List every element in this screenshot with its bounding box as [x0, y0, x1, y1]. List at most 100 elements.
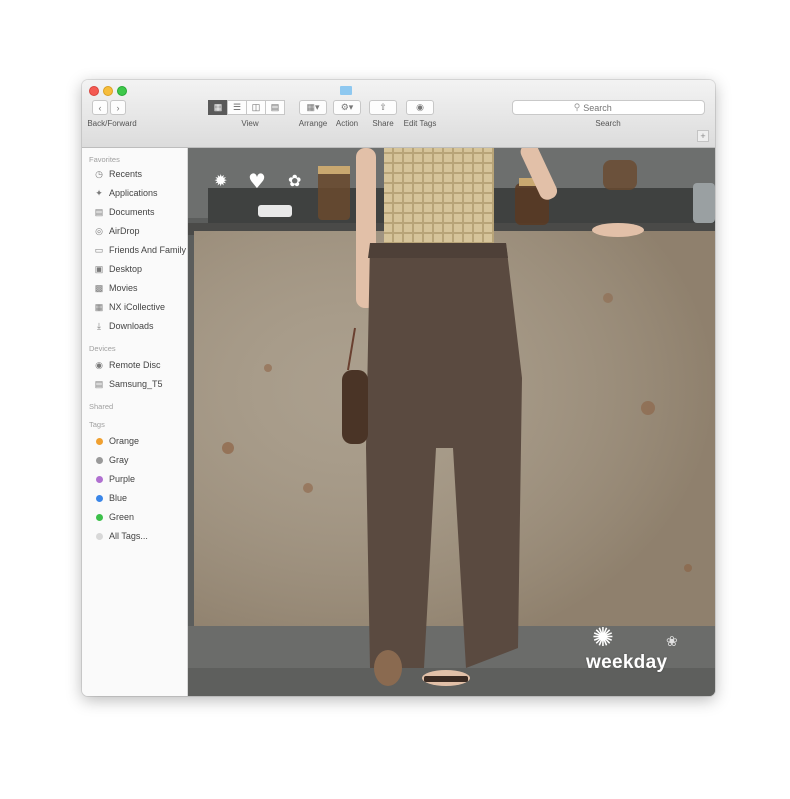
- tag-dot-icon: [95, 532, 103, 540]
- airdrop-icon: ◎: [95, 225, 103, 236]
- sidebar-tag-green[interactable]: Green: [93, 510, 187, 524]
- tag-dot-icon: [95, 437, 103, 445]
- sidebar-item-label: Applications: [109, 188, 158, 198]
- movies-icon: ▩: [94, 282, 104, 293]
- product-photo: ✹ ♥ ✿ ✺ ❀: [188, 148, 715, 696]
- search-input[interactable]: [583, 102, 644, 113]
- column-view-button[interactable]: ◫: [246, 100, 266, 115]
- sidebar-item-samsung-t5[interactable]: ▤ Samsung_T5: [93, 377, 187, 391]
- content-area: ✹ ♥ ✿ ✺ ❀ weekday: [188, 148, 715, 696]
- sidebar-item-label: Orange: [109, 436, 140, 446]
- sidebar-item-label: Downloads: [109, 321, 154, 331]
- add-button[interactable]: +: [697, 130, 709, 142]
- sidebar-tag-purple[interactable]: Purple: [93, 472, 187, 486]
- share-icon: ⇧: [379, 102, 387, 112]
- sidebar-tag-all-tags[interactable]: All Tags...: [93, 529, 187, 543]
- sidebar: Favorites ◷ Recents ✦ Applications ▤ Doc…: [82, 148, 188, 696]
- sidebar-item-label: Gray: [109, 455, 129, 465]
- svg-text:✺: ✺: [592, 623, 614, 653]
- sidebar-item-documents[interactable]: ▤ Documents: [93, 205, 187, 219]
- list-view-button[interactable]: ☰: [227, 100, 247, 115]
- sidebar-item-label: All Tags...: [109, 531, 148, 541]
- sidebar-item-label: Friends And Family: [109, 245, 187, 255]
- action-button[interactable]: ⚙▾: [333, 100, 361, 115]
- tag-dot-icon: [95, 494, 103, 502]
- share-label: Share: [372, 119, 394, 128]
- sidebar-item-nx-icollective[interactable]: ▦ NX iCollective: [93, 300, 187, 314]
- sidebar-item-label: Desktop: [109, 264, 143, 274]
- zoom-window-button[interactable]: [117, 86, 127, 96]
- document-icon: ▦: [94, 301, 104, 312]
- desktop-icon: ▣: [94, 263, 104, 274]
- sidebar-tag-orange[interactable]: Orange: [93, 434, 187, 448]
- edit-tags-button[interactable]: ◉: [406, 100, 434, 115]
- icon-view-button[interactable]: ▦: [208, 100, 228, 115]
- svg-text:♥: ♥: [248, 169, 266, 193]
- search-field[interactable]: ⚲: [512, 100, 705, 115]
- arrange-icon: ▦▾: [306, 102, 320, 112]
- columns-icon: ◫: [251, 102, 261, 112]
- view-label: View: [241, 119, 259, 128]
- sidebar-item-label: AirDrop: [109, 226, 140, 236]
- edit-tags-label: Edit Tags: [403, 119, 437, 128]
- gallery-view-button[interactable]: ▤: [265, 100, 285, 115]
- brand-watermark: weekday: [586, 652, 668, 673]
- share-button[interactable]: ⇧: [369, 100, 397, 115]
- finder-window: ‹ › Back/Forward ▦ ☰ ◫ ▤ View ▦▾ Arrange: [82, 80, 715, 696]
- folder-icon: [340, 86, 352, 95]
- back-forward-label: Back/Forward: [87, 119, 137, 128]
- sidebar-item-label: Green: [109, 512, 135, 522]
- toolbar: ‹ › Back/Forward ▦ ☰ ◫ ▤ View ▦▾ Arrange: [82, 80, 715, 148]
- sidebar-item-desktop[interactable]: ▣ Desktop: [93, 262, 187, 276]
- chevron-left-icon: ‹: [98, 102, 102, 113]
- svg-text:✿: ✿: [288, 171, 301, 190]
- minimize-window-button[interactable]: [103, 86, 113, 96]
- sidebar-tag-blue[interactable]: Blue: [93, 491, 187, 505]
- sidebar-item-friends-and-family[interactable]: ▭ Friends And Family: [93, 243, 187, 257]
- favorites-header: Favorites: [89, 155, 120, 164]
- disc-icon: ◉: [95, 359, 103, 370]
- drive-icon: ▤: [94, 378, 104, 389]
- svg-text:✹: ✹: [214, 171, 227, 190]
- sidebar-item-recents[interactable]: ◷ Recents: [93, 167, 187, 181]
- sidebar-item-downloads[interactable]: ⤓ Downloads: [93, 319, 187, 333]
- chevron-right-icon: ›: [116, 102, 120, 113]
- folder-icon: ▭: [94, 244, 104, 255]
- view-mode-control: ▦ ☰ ◫ ▤: [208, 100, 285, 115]
- devices-header: Devices: [89, 344, 116, 353]
- svg-text:❀: ❀: [666, 634, 678, 650]
- grid-icon: ▦: [213, 102, 223, 112]
- back-button[interactable]: ‹: [92, 100, 108, 115]
- sidebar-tag-gray[interactable]: Gray: [93, 453, 187, 467]
- list-icon: ☰: [232, 102, 242, 112]
- sidebar-item-label: Recents: [109, 169, 143, 179]
- sidebar-item-label: Remote Disc: [109, 360, 161, 370]
- forward-button[interactable]: ›: [110, 100, 126, 115]
- sidebar-item-label: Samsung_T5: [109, 379, 163, 389]
- sidebar-item-remote-disc[interactable]: ◉ Remote Disc: [93, 358, 187, 372]
- tag-dot-icon: [95, 513, 103, 521]
- sidebar-item-movies[interactable]: ▩ Movies: [93, 281, 187, 295]
- documents-icon: ▤: [94, 206, 104, 217]
- search-label: Search: [595, 119, 621, 128]
- applications-icon: ✦: [95, 187, 103, 198]
- sidebar-item-label: Blue: [109, 493, 128, 503]
- tag-dot-icon: [95, 475, 103, 483]
- sidebar-item-applications[interactable]: ✦ Applications: [93, 186, 187, 200]
- plus-icon: +: [700, 131, 706, 141]
- downloads-icon: ⤓: [97, 320, 101, 331]
- sidebar-item-label: Purple: [109, 474, 136, 484]
- sidebar-item-label: NX iCollective: [109, 302, 166, 312]
- action-label: Action: [335, 119, 359, 128]
- arrange-label: Arrange: [298, 119, 328, 128]
- tags-header: Tags: [89, 420, 105, 429]
- sidebar-item-airdrop[interactable]: ◎ AirDrop: [93, 224, 187, 238]
- arrange-button[interactable]: ▦▾: [299, 100, 327, 115]
- close-window-button[interactable]: [89, 86, 99, 96]
- tag-icon: ◉: [416, 102, 424, 112]
- gear-icon: ⚙▾: [340, 102, 354, 112]
- sidebar-item-label: Documents: [109, 207, 155, 217]
- gallery-icon: ▤: [270, 102, 280, 112]
- shared-header: Shared: [89, 402, 114, 411]
- clock-icon: ◷: [95, 168, 103, 179]
